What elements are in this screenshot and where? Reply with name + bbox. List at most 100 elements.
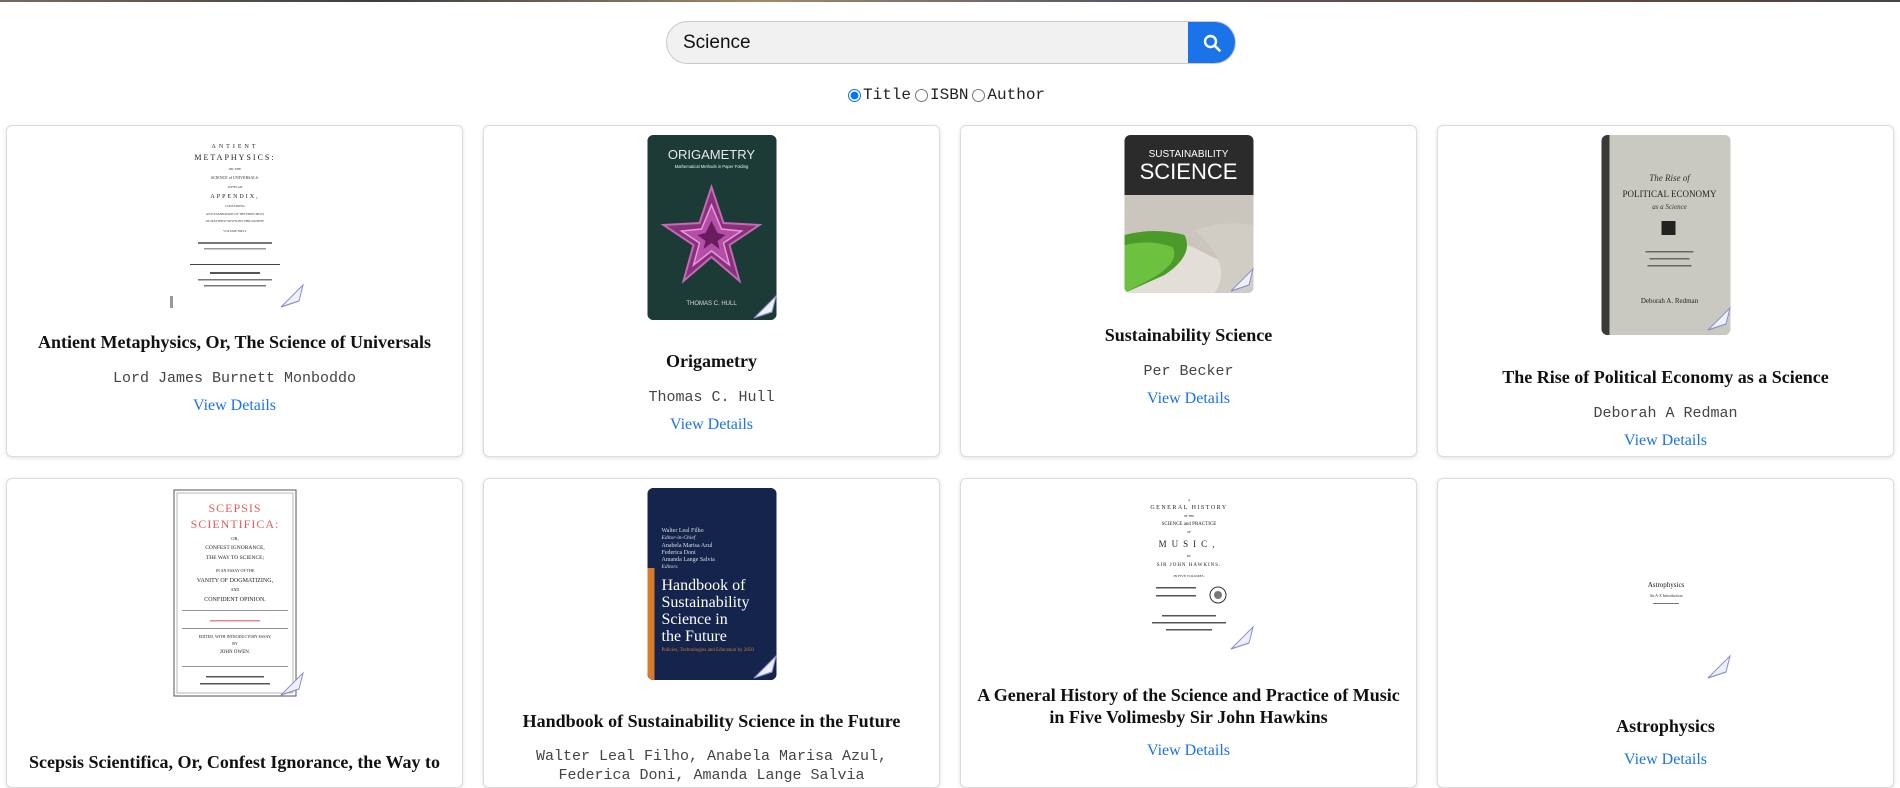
search-bar bbox=[666, 21, 1236, 64]
search-input[interactable] bbox=[667, 22, 1189, 63]
svg-text:Anabela Marisa Azul: Anabela Marisa Azul bbox=[661, 543, 712, 549]
svg-text:Walter Leal Filho: Walter Leal Filho bbox=[661, 528, 703, 534]
svg-text:CONTAINING: CONTAINING bbox=[225, 204, 245, 208]
book-card[interactable]: ORIGAMETRY Mathematical Methods in Paper… bbox=[483, 125, 940, 457]
svg-text:A: A bbox=[1187, 498, 1190, 502]
book-title: Antient Metaphysics, Or, The Science of … bbox=[38, 332, 431, 352]
svg-text:Deborah A. Redman: Deborah A. Redman bbox=[1640, 297, 1698, 305]
svg-text:OF: OF bbox=[1187, 530, 1191, 534]
svg-text:Editor-in-Chief: Editor-in-Chief bbox=[660, 534, 696, 541]
svg-text:SCIENCE and PRACTICE: SCIENCE and PRACTICE bbox=[1161, 522, 1216, 527]
svg-text:SIR JOHN HAWKINS.: SIR JOHN HAWKINS. bbox=[1156, 563, 1221, 568]
page-curl-icon bbox=[1707, 306, 1731, 331]
svg-text:Mathematical Methods in Paper: Mathematical Methods in Paper Folding bbox=[674, 164, 748, 169]
svg-text:AND: AND bbox=[230, 587, 239, 592]
book-cover[interactable]: ORIGAMETRY Mathematical Methods in Paper… bbox=[647, 135, 776, 320]
filter-author[interactable]: Author bbox=[972, 86, 1045, 104]
page-curl-icon bbox=[280, 671, 304, 696]
book-cover[interactable]: Walter Leal Filho Editor-in-Chief Anabel… bbox=[647, 488, 776, 680]
book-author: Per Becker bbox=[1143, 363, 1234, 380]
svg-text:as a Science: as a Science bbox=[1652, 203, 1687, 211]
page-curl-icon bbox=[280, 283, 304, 308]
title-radio[interactable] bbox=[848, 88, 861, 102]
svg-text:THE WAY TO SCIENCE;: THE WAY TO SCIENCE; bbox=[205, 555, 264, 561]
view-details-link[interactable]: View Details bbox=[7, 397, 462, 415]
view-details-link[interactable]: View Details bbox=[961, 390, 1416, 408]
book-card[interactable]: ANTIENT METAPHYSICS: OR THE SCIENCE of U… bbox=[6, 125, 463, 457]
svg-text:CONFEST IGNORANCE,: CONFEST IGNORANCE, bbox=[205, 545, 265, 551]
svg-text:Astrophysics: Astrophysics bbox=[1647, 581, 1684, 589]
svg-text:JOHN OWEN.: JOHN OWEN. bbox=[219, 650, 249, 655]
svg-text:The Rise of: The Rise of bbox=[1649, 173, 1691, 183]
svg-text:SCIENCE of UNIVERSALS.: SCIENCE of UNIVERSALS. bbox=[211, 175, 259, 180]
book-title: The Rise of Political Economy as a Scien… bbox=[1502, 367, 1829, 387]
view-details-link[interactable]: View Details bbox=[484, 416, 939, 434]
svg-text:Amanda Lange Salvia: Amanda Lange Salvia bbox=[661, 557, 715, 563]
svg-text:Science in: Science in bbox=[661, 611, 727, 628]
filter-title[interactable]: Title bbox=[848, 86, 911, 104]
search-button[interactable] bbox=[1188, 22, 1235, 63]
view-details-link[interactable]: View Details bbox=[1438, 432, 1893, 450]
book-title: Handbook of Sustainability Science in th… bbox=[522, 711, 901, 731]
svg-text:Handbook of: Handbook of bbox=[661, 577, 746, 594]
svg-text:OF MATTHEW NEWTON'S PHILOSOPHY: OF MATTHEW NEWTON'S PHILOSOPHY. bbox=[205, 219, 264, 223]
book-cover[interactable]: Astrophysics An A-Z Introduction bbox=[1602, 491, 1729, 669]
book-author: Lord James Burnett Monboddo bbox=[112, 370, 357, 387]
svg-text:BY: BY bbox=[1186, 554, 1191, 558]
svg-text:the Future: the Future bbox=[661, 628, 726, 645]
svg-text:ANTIENT: ANTIENT bbox=[211, 144, 258, 150]
book-title: Astrophysics bbox=[1616, 716, 1715, 736]
view-details-link[interactable]: View Details bbox=[1438, 751, 1893, 769]
book-card[interactable]: Walter Leal Filho Editor-in-Chief Anabel… bbox=[483, 478, 940, 788]
svg-text:SCEPSIS: SCEPSIS bbox=[208, 501, 261, 515]
svg-text:MUSIC,: MUSIC, bbox=[1158, 539, 1219, 549]
svg-text:OR,: OR, bbox=[231, 536, 238, 542]
book-title: Sustainability Science bbox=[1104, 325, 1273, 345]
svg-text:OF THE: OF THE bbox=[1183, 514, 1194, 518]
page-curl-icon bbox=[1230, 267, 1254, 292]
svg-text:VOLUME FIRST.: VOLUME FIRST. bbox=[223, 229, 247, 233]
view-details-link[interactable]: View Details bbox=[961, 742, 1416, 760]
page-curl-icon bbox=[753, 294, 777, 319]
svg-text:SCIENCE: SCIENCE bbox=[1139, 159, 1237, 184]
svg-text:POLITICAL ECONOMY: POLITICAL ECONOMY bbox=[1622, 189, 1716, 199]
page-curl-icon bbox=[753, 654, 777, 679]
svg-text:SCIENTIFICA:: SCIENTIFICA: bbox=[190, 517, 279, 531]
svg-text:OR THE: OR THE bbox=[228, 167, 240, 171]
page-curl-icon bbox=[1230, 625, 1254, 650]
svg-text:ORIGAMETRY: ORIGAMETRY bbox=[667, 147, 754, 162]
svg-text:APPENDIX,: APPENDIX, bbox=[210, 194, 259, 200]
book-card[interactable]: SCEPSIS SCIENTIFICA: OR, CONFEST IGNORAN… bbox=[6, 478, 463, 788]
page-curl-icon bbox=[1707, 654, 1731, 679]
top-decorative-strip bbox=[0, 0, 1900, 2]
svg-text:BY: BY bbox=[232, 641, 238, 646]
book-author: Deborah A Redman bbox=[1593, 405, 1738, 422]
svg-text:Editors: Editors bbox=[660, 564, 677, 570]
svg-text:VANITY OF DOGMATIZING,: VANITY OF DOGMATIZING, bbox=[196, 578, 273, 584]
search-type-filter: Title ISBN Author bbox=[848, 85, 1049, 105]
svg-text:GENERAL HISTORY: GENERAL HISTORY bbox=[1150, 505, 1227, 511]
book-cover[interactable]: The Rise of POLITICAL ECONOMY as a Scien… bbox=[1601, 135, 1730, 335]
book-card[interactable]: SUSTAINABILITY SCIENCE Sustainability Sc… bbox=[960, 125, 1417, 457]
svg-text:IN FIVE VOLUMES.: IN FIVE VOLUMES. bbox=[1173, 574, 1204, 578]
author-radio[interactable] bbox=[972, 88, 986, 102]
svg-text:AN EXAMINATION OF THE PRINCIPL: AN EXAMINATION OF THE PRINCIPLES bbox=[205, 212, 263, 216]
book-title: Scepsis Scientifica, Or, Confest Ignoran… bbox=[29, 752, 440, 772]
svg-text:An A-Z Introduction: An A-Z Introduction bbox=[1649, 593, 1682, 598]
book-card[interactable]: A GENERAL HISTORY OF THE SCIENCE and PRA… bbox=[960, 478, 1417, 788]
svg-text:Policies, Technologies and Edu: Policies, Technologies and Education by … bbox=[661, 648, 754, 653]
book-author: Thomas C. Hull bbox=[648, 389, 775, 406]
isbn-radio[interactable] bbox=[915, 88, 929, 102]
book-author: Walter Leal Filho, Anabela Marisa Azul, … bbox=[535, 748, 888, 784]
book-cover[interactable]: SCEPSIS SCIENTIFICA: OR, CONFEST IGNORAN… bbox=[169, 488, 300, 698]
book-title: Origametry bbox=[666, 351, 757, 371]
svg-text:WITH AN: WITH AN bbox=[227, 185, 242, 189]
svg-text:Federica Doni: Federica Doni bbox=[661, 550, 695, 556]
filter-isbn[interactable]: ISBN bbox=[915, 86, 968, 104]
svg-text:EDITED, WITH INTRODUCTORY ESSA: EDITED, WITH INTRODUCTORY ESSAY, bbox=[198, 634, 271, 640]
book-card[interactable]: Astrophysics An A-Z Introduction Astroph… bbox=[1437, 478, 1894, 788]
svg-text:Sustainability: Sustainability bbox=[661, 594, 749, 611]
search-icon bbox=[1203, 34, 1221, 52]
book-title: A General History of the Science and Pra… bbox=[977, 685, 1400, 727]
book-card[interactable]: The Rise of POLITICAL ECONOMY as a Scien… bbox=[1437, 125, 1894, 457]
